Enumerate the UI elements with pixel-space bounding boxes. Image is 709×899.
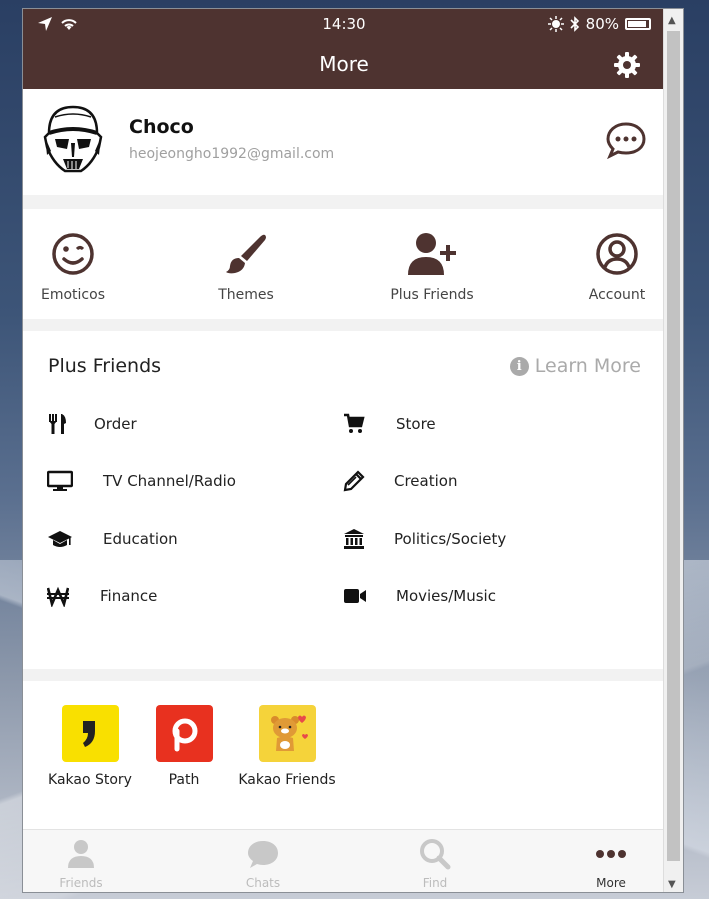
kakao-friends-ryan-icon: [258, 705, 316, 762]
status-bar: 14:30 80%: [23, 9, 665, 39]
nav-label: Friends: [59, 876, 103, 890]
add-user-icon: [408, 233, 456, 275]
app-label: Path: [168, 772, 200, 788]
path-logo-icon: [155, 705, 213, 762]
category-label: Finance: [100, 587, 158, 605]
cart-icon: [344, 413, 365, 433]
nav-find[interactable]: Find: [413, 838, 457, 890]
app-label: Kakao Story: [48, 772, 132, 788]
status-left: [37, 16, 79, 32]
graduation-cap-icon: [48, 531, 72, 547]
app-path[interactable]: Path: [155, 705, 213, 788]
category-finance[interactable]: Finance: [47, 585, 157, 607]
battery-percent: 80%: [585, 15, 619, 33]
profile-name: Choco: [129, 116, 194, 138]
quick-item-emoticos[interactable]: Emoticos: [40, 209, 106, 319]
chat-icon: [248, 841, 278, 868]
battery-icon: [625, 18, 651, 30]
app-window: 14:30 80% More Choco heojeongho1992@gmai…: [22, 8, 684, 893]
category-label: Movies/Music: [396, 587, 496, 605]
quick-label-emoticos: Emoticos: [41, 287, 105, 303]
category-store[interactable]: Store: [343, 413, 436, 435]
status-right: 80%: [547, 15, 651, 33]
app-label: Kakao Friends: [238, 772, 336, 788]
nav-label: More: [596, 876, 626, 890]
apps-section: Kakao Story Path Kakao Friends: [23, 681, 665, 829]
category-label: TV Channel/Radio: [103, 472, 236, 490]
category-order[interactable]: Order: [47, 413, 137, 435]
page-title: More: [319, 52, 369, 76]
top-header: More: [23, 39, 665, 89]
category-label: Creation: [394, 472, 458, 490]
won-icon: [47, 586, 69, 607]
profile-email: heojeongho1992@gmail.com: [129, 146, 335, 162]
utensils-icon: [49, 414, 66, 434]
learn-more-label: Learn More: [534, 355, 641, 377]
category-creation[interactable]: Creation: [343, 470, 457, 492]
ellipsis-icon: [596, 850, 626, 858]
nav-more[interactable]: More: [589, 838, 633, 890]
quick-item-account[interactable]: Account: [586, 209, 648, 319]
kakao-story-logo-icon: [61, 705, 119, 762]
category-label: Education: [103, 530, 178, 548]
bluetooth-icon: [570, 16, 579, 32]
avatar[interactable]: [41, 103, 105, 177]
category-label: Politics/Society: [394, 530, 507, 548]
quick-label-plus-friends: Plus Friends: [390, 287, 474, 303]
bottom-nav: Friends Chats Find More: [23, 829, 665, 892]
quick-label-account: Account: [588, 287, 646, 303]
content-area: Choco heojeongho1992@gmail.com Emoticos: [23, 89, 665, 829]
nav-friends[interactable]: Friends: [59, 838, 103, 890]
learn-more-link[interactable]: i Learn More: [509, 355, 641, 377]
scroll-down-arrow-icon[interactable]: ▼: [668, 879, 676, 890]
nav-chats[interactable]: Chats: [241, 838, 285, 890]
gear-icon[interactable]: [613, 51, 641, 79]
quick-item-plus-friends[interactable]: Plus Friends: [389, 209, 475, 319]
plus-friends-section: Plus Friends i Learn More Order Store TV…: [23, 331, 665, 669]
app-kakao-friends[interactable]: Kakao Friends: [237, 705, 337, 788]
category-label: Order: [94, 415, 137, 433]
profile-card[interactable]: Choco heojeongho1992@gmail.com: [23, 89, 665, 195]
quick-actions-row: Emoticos Themes Plus Friends Account: [23, 209, 665, 319]
scroll-up-arrow-icon[interactable]: ▲: [668, 15, 676, 26]
category-politics-society[interactable]: Politics/Society: [343, 528, 506, 550]
category-education[interactable]: Education: [47, 528, 178, 550]
vertical-scrollbar[interactable]: ▲ ▼: [663, 9, 683, 892]
brightness-icon: [547, 16, 564, 32]
paintbrush-icon: [226, 234, 266, 274]
category-tv-channel-radio[interactable]: TV Channel/Radio: [47, 470, 236, 492]
plus-friends-title: Plus Friends: [48, 355, 162, 377]
quick-item-themes[interactable]: Themes: [216, 209, 276, 319]
search-icon: [420, 839, 451, 870]
monitor-icon: [47, 470, 73, 491]
chat-bubble-icon[interactable]: [605, 121, 647, 159]
category-movies-music[interactable]: Movies/Music: [343, 585, 496, 607]
user-circle-icon: [596, 233, 638, 275]
smile-icon: [52, 233, 94, 275]
pencil-icon: [343, 470, 365, 492]
nav-label: Chats: [245, 876, 281, 890]
info-icon: i: [509, 356, 529, 376]
scrollbar-thumb[interactable]: [667, 31, 680, 861]
video-camera-icon: [344, 589, 366, 603]
person-icon: [68, 840, 94, 868]
nav-label: Find: [422, 876, 448, 890]
wifi-icon: [61, 19, 77, 30]
category-label: Store: [396, 415, 436, 433]
app-kakao-story[interactable]: Kakao Story: [47, 705, 133, 788]
location-arrow-icon: [38, 17, 52, 31]
institution-icon: [344, 529, 364, 549]
quick-label-themes: Themes: [218, 287, 274, 303]
